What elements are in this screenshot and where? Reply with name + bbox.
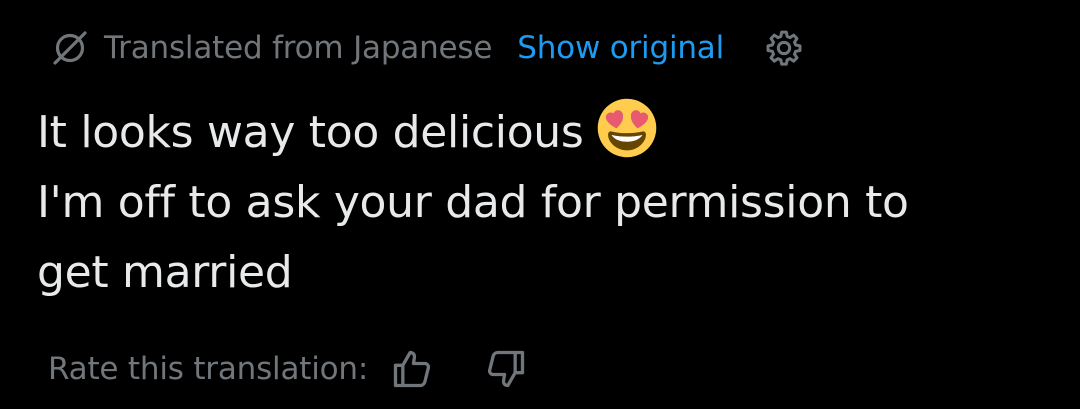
tweet-line-1: It looks way too delicious	[37, 97, 1047, 168]
tweet-line-2: I'm off to ask your dad for permission t…	[37, 177, 909, 228]
translated-from-label: Translated from Japanese	[104, 30, 493, 66]
tweet-text: It looks way too delicious I'm off to as…	[37, 97, 1047, 308]
thumbs-up-icon[interactable]	[388, 345, 436, 393]
thumbs-down-icon[interactable]	[482, 345, 530, 393]
translation-header: Translated from Japanese Show original	[50, 26, 806, 70]
rate-translation-bar: Rate this translation:	[48, 344, 530, 394]
gear-icon[interactable]	[762, 26, 806, 70]
heart-eyes-emoji	[596, 97, 658, 159]
show-original-link[interactable]: Show original	[517, 30, 724, 66]
tweet-line-3: get married	[37, 247, 293, 298]
rate-translation-label: Rate this translation:	[48, 351, 369, 387]
translate-icon	[50, 27, 92, 69]
tweet-line-1-text: It looks way too delicious	[37, 107, 584, 158]
